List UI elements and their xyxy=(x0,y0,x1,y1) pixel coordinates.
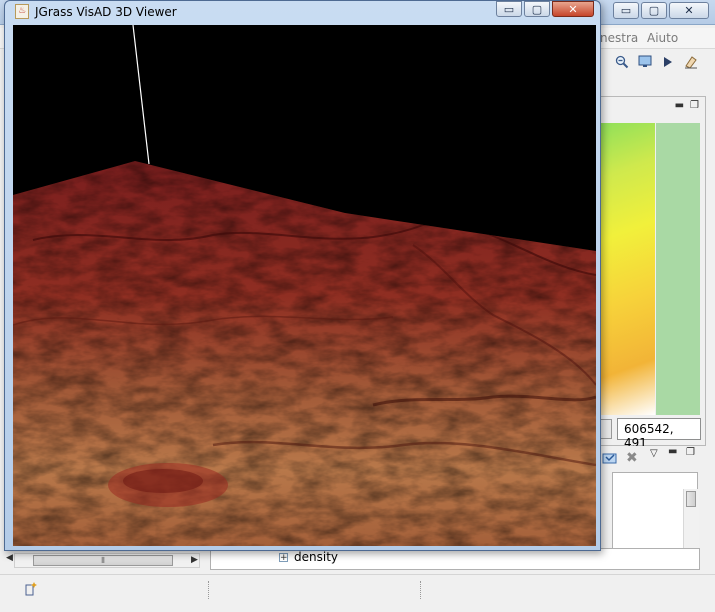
view-menu-icon[interactable]: ▽ xyxy=(650,448,658,459)
viewer-window-controls: ▭ ▢ ✕ xyxy=(496,1,594,17)
3d-viewport[interactable] xyxy=(13,25,596,546)
map-side-strip xyxy=(656,123,700,415)
lower-panel-minimize-icon[interactable]: ▬ xyxy=(668,446,677,457)
eraser-icon[interactable] xyxy=(682,53,700,71)
viewer-close-button[interactable]: ✕ xyxy=(552,1,594,17)
main-minimize-button[interactable]: ▭ xyxy=(613,2,639,19)
tree-item-label: density xyxy=(294,550,338,564)
java-icon: ♨ xyxy=(15,4,29,19)
status-separator xyxy=(420,581,421,599)
tree-item-density[interactable]: + density xyxy=(279,550,338,564)
layer-tree-panel: + density xyxy=(210,548,700,570)
expand-icon[interactable]: + xyxy=(279,552,288,562)
zoom-out-icon[interactable] xyxy=(613,53,631,71)
panel-minimize-icon[interactable]: ▬ xyxy=(675,100,684,111)
panel-controls: ▬ ❐ xyxy=(675,100,699,111)
status-bar xyxy=(0,574,715,612)
scrollbar-thumb[interactable] xyxy=(686,491,696,507)
coordinate-readout: 606542, 491 xyxy=(617,418,701,450)
terrain-render[interactable] xyxy=(13,25,596,546)
scroll-left-icon[interactable]: ◀ xyxy=(6,553,13,563)
viewer-minimize-button[interactable]: ▭ xyxy=(496,1,522,17)
visad-3d-viewer-window: ♨ JGrass VisAD 3D Viewer ▭ ▢ ✕ xyxy=(4,0,601,551)
main-close-button[interactable]: ✕ xyxy=(669,2,709,19)
main-window-controls: ▭ ▢ ✕ xyxy=(613,2,709,19)
scroll-right-icon[interactable]: ▶ xyxy=(191,555,198,565)
viewer-maximize-button[interactable]: ▢ xyxy=(524,1,550,17)
main-maximize-button[interactable]: ▢ xyxy=(641,2,667,19)
monitor-icon[interactable] xyxy=(636,53,654,71)
main-toolbar xyxy=(596,50,715,74)
menu-item-aiuto[interactable]: Aiuto xyxy=(647,31,678,45)
panel-maximize-icon[interactable]: ❐ xyxy=(690,100,699,111)
horizontal-scrollbar-thumb[interactable]: ⦀ xyxy=(33,555,173,566)
remove-icon[interactable]: ✖ xyxy=(626,450,638,466)
import-icon[interactable] xyxy=(602,451,618,468)
lower-panel-maximize-icon[interactable]: ❐ xyxy=(686,447,695,458)
status-separator xyxy=(208,581,209,599)
window-title: JGrass VisAD 3D Viewer xyxy=(35,5,177,19)
new-item-icon[interactable] xyxy=(24,581,38,601)
arrow-right-icon[interactable] xyxy=(659,53,677,71)
horizontal-scrollbar[interactable]: ⦀ xyxy=(14,553,200,568)
menu-item-finestra[interactable]: nestra xyxy=(600,31,638,45)
raster-map-image[interactable] xyxy=(597,123,655,415)
